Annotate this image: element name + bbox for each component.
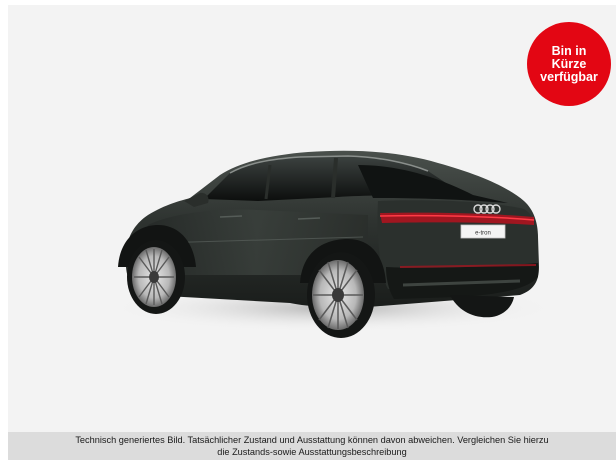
vehicle-image-panel: e-tron Bin in Kürze verfügbar Technisch … [0, 0, 616, 460]
plate-text: e-tron [475, 231, 491, 237]
rear-wheel [307, 252, 375, 338]
disclaimer-line-1: Technisch generiertes Bild. Tatsächliche… [75, 435, 549, 445]
availability-badge: Bin in Kürze verfügbar [527, 22, 611, 106]
car-image: e-tron [108, 150, 558, 338]
image-stage: e-tron Bin in Kürze verfügbar [8, 5, 616, 432]
front-wheel [127, 240, 185, 314]
badge-line-2: Kürze [551, 56, 587, 71]
disclaimer-line-2: die Zustands-sowie Ausstattungsbeschreib… [217, 446, 407, 457]
badge-line-3: verfügbar [540, 69, 598, 84]
image-disclaimer: Technisch generiertes Bild. Tatsächliche… [8, 432, 616, 460]
badge-line-1: Bin in [551, 43, 587, 58]
